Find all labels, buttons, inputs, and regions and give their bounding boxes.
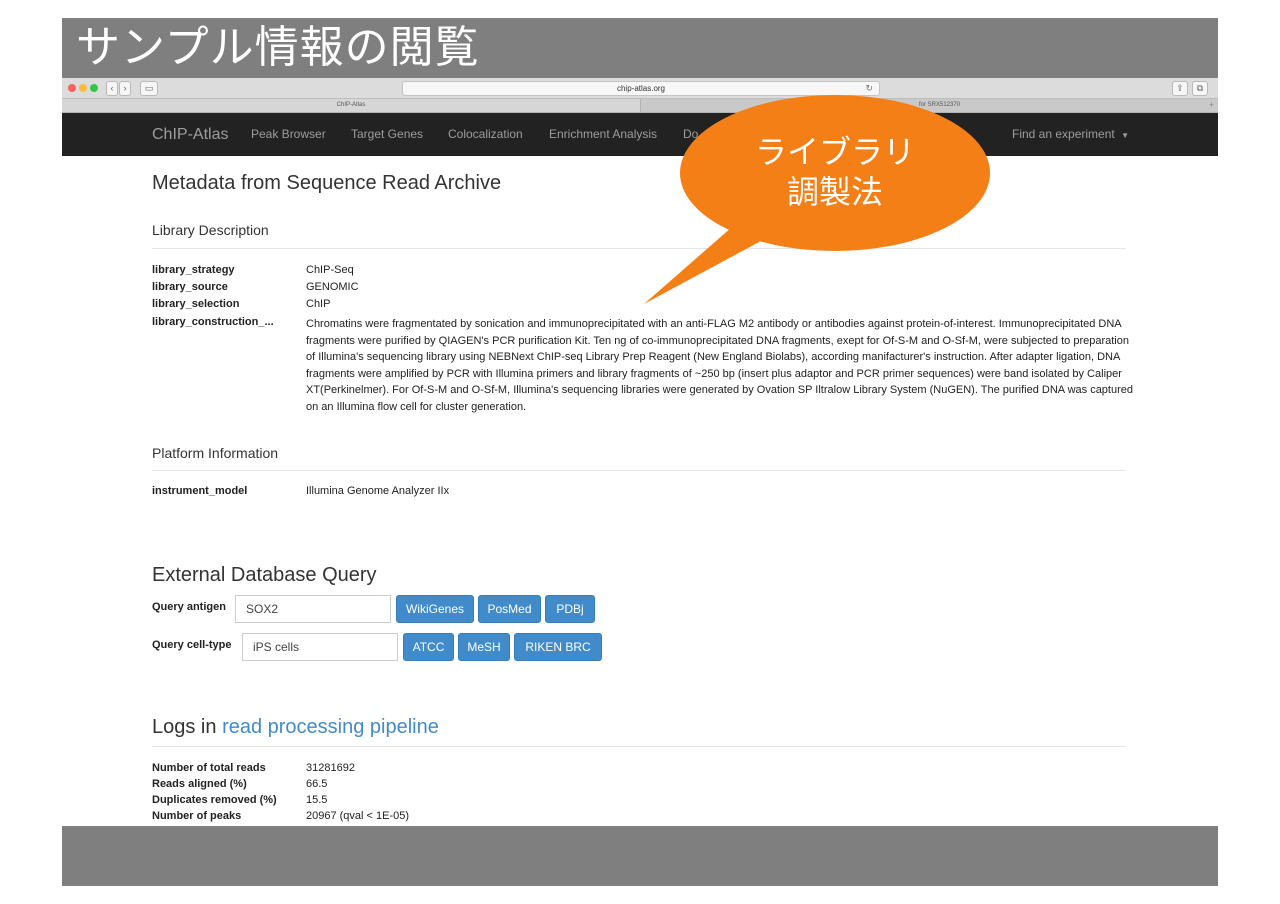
- nav-truncated-item[interactable]: Do: [683, 113, 698, 156]
- browser-window: ‹ › ▭ chip-atlas.org ↻ ⇪ ⧉ ChIP-Atlas fo…: [62, 78, 1218, 826]
- library-selection-value: ChIP: [306, 298, 331, 310]
- divider: [152, 248, 1126, 249]
- posmed-button[interactable]: PosMed: [478, 595, 541, 623]
- pdbj-button[interactable]: PDBj: [545, 595, 595, 623]
- read-processing-pipeline-link[interactable]: read processing pipeline: [222, 716, 439, 738]
- tab-label: ChIP-Atlas: [336, 102, 366, 108]
- share-icon[interactable]: ⇪: [1172, 81, 1188, 96]
- mesh-button[interactable]: MeSH: [458, 633, 510, 661]
- maximize-window-icon[interactable]: [90, 84, 98, 92]
- divider: [152, 746, 1126, 747]
- brand-link[interactable]: ChIP-Atlas: [152, 113, 228, 156]
- riken-brc-button[interactable]: RIKEN BRC: [514, 633, 602, 661]
- platform-information-title: Platform Information: [152, 445, 279, 461]
- instrument-model-key: instrument_model: [152, 485, 248, 497]
- back-icon[interactable]: ‹: [106, 81, 118, 96]
- library-strategy-value: ChIP-Seq: [306, 264, 354, 276]
- log-key: Number of total reads: [152, 762, 266, 774]
- url-bar[interactable]: chip-atlas.org ↻: [402, 81, 880, 96]
- log-value: 66.5: [306, 778, 328, 790]
- library-description-title: Library Description: [152, 222, 269, 238]
- library-strategy-key: library_strategy: [152, 264, 235, 276]
- library-construction-key: library_construction_...: [152, 316, 274, 328]
- sidebar-icon[interactable]: ▭: [140, 81, 158, 96]
- library-selection-key: library_selection: [152, 298, 240, 310]
- tab-bar: ChIP-Atlas for SRX512370 +: [62, 99, 1218, 113]
- logs-title-prefix: Logs in: [152, 716, 217, 738]
- tabs-icon[interactable]: ⧉: [1192, 81, 1208, 96]
- atcc-button[interactable]: ATCC: [403, 633, 454, 661]
- wikigenes-button[interactable]: WikiGenes: [396, 595, 474, 623]
- find-experiment-label: Find an experiment: [1012, 127, 1115, 141]
- log-value: 31281692: [306, 762, 355, 774]
- tab-srx[interactable]: for SRX512370: [640, 99, 1207, 112]
- slide-title: サンプル情報の閲覧: [76, 22, 480, 73]
- log-key: Number of peaks: [152, 810, 242, 822]
- nav-target-genes[interactable]: Target Genes: [351, 113, 423, 156]
- query-antigen-label: Query antigen: [152, 601, 226, 613]
- library-construction-value: Chromatins were fragmentated by sonicati…: [306, 318, 1133, 413]
- nav-colocalization[interactable]: Colocalization: [448, 113, 523, 156]
- query-cell-type-label: Query cell-type: [152, 639, 232, 651]
- library-source-key: library_source: [152, 281, 228, 293]
- site-navbar: ChIP-Atlas Peak Browser Target Genes Col…: [62, 113, 1218, 156]
- query-antigen-input[interactable]: [235, 595, 391, 623]
- log-value: 15.5: [306, 794, 328, 806]
- close-window-icon[interactable]: [68, 84, 76, 92]
- new-tab-icon[interactable]: +: [1209, 99, 1214, 112]
- logs-title: Logs in read processing pipeline: [152, 716, 439, 739]
- log-value: 20967 (qval < 1E-05): [306, 810, 410, 822]
- external-database-title: External Database Query: [152, 564, 377, 586]
- url-text: chip-atlas.org: [616, 84, 666, 93]
- caret-down-icon: ▼: [1121, 131, 1129, 140]
- log-key: Duplicates removed (%): [152, 794, 277, 806]
- instrument-model-value: Illumina Genome Analyzer IIx: [306, 485, 450, 497]
- nav-peak-browser[interactable]: Peak Browser: [251, 113, 326, 156]
- metadata-title: Metadata from Sequence Read Archive: [152, 172, 502, 194]
- query-cell-type-input[interactable]: [242, 633, 398, 661]
- library-source-value: GENOMIC: [306, 281, 359, 293]
- reload-icon[interactable]: ↻: [865, 82, 873, 95]
- forward-icon[interactable]: ›: [119, 81, 131, 96]
- slide-background: サンプル情報の閲覧 ‹ › ▭ chip-atlas.org ↻ ⇪ ⧉ ChI…: [62, 18, 1218, 886]
- tab-label: for SRX512370: [919, 102, 961, 108]
- tab-chip-atlas[interactable]: ChIP-Atlas: [62, 99, 640, 112]
- minimize-window-icon[interactable]: [79, 84, 87, 92]
- find-experiment-dropdown[interactable]: Find an experiment ▼: [1012, 113, 1129, 157]
- divider: [152, 470, 1126, 471]
- nav-enrichment-analysis[interactable]: Enrichment Analysis: [549, 113, 657, 156]
- browser-toolbar: ‹ › ▭ chip-atlas.org ↻ ⇪ ⧉: [62, 78, 1218, 99]
- log-key: Reads aligned (%): [152, 778, 247, 790]
